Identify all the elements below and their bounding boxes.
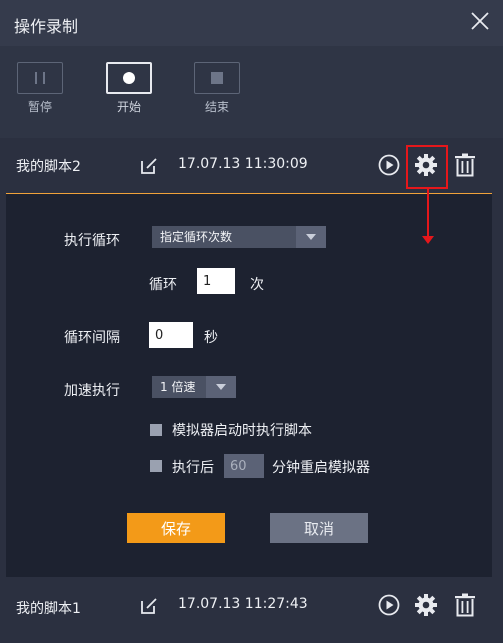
record-icon xyxy=(106,62,152,94)
loop-count-label: 循环 xyxy=(149,277,177,293)
restart-suffix-label: 分钟重启模拟器 xyxy=(272,460,370,476)
pause-label: 暂停 xyxy=(27,100,52,114)
stop-icon xyxy=(194,62,240,94)
speed-value: 1 倍速 xyxy=(160,380,196,394)
window-title: 操作录制 xyxy=(14,17,79,36)
start-label: 开始 xyxy=(116,100,141,114)
autorun-checkbox[interactable] xyxy=(150,424,162,436)
annotation-arrow-head xyxy=(422,236,434,244)
stop-label: 结束 xyxy=(204,100,229,114)
speed-select[interactable]: 1 倍速 xyxy=(152,376,236,398)
interval-label: 循环间隔 xyxy=(64,330,120,346)
restart-checkbox[interactable] xyxy=(150,460,162,472)
play-icon[interactable] xyxy=(378,154,400,176)
script-row[interactable]: 我的脚本1 17.07.13 11:27:43 xyxy=(0,580,503,636)
save-button[interactable]: 保存 xyxy=(127,513,225,543)
script-date: 17.07.13 11:30:09 xyxy=(178,156,308,172)
script-date: 17.07.13 11:27:43 xyxy=(178,596,308,612)
trash-icon[interactable] xyxy=(454,593,476,617)
pause-icon xyxy=(17,62,63,94)
loop-mode-value: 指定循环次数 xyxy=(160,230,233,244)
restart-prefix-label: 执行后 xyxy=(172,460,214,476)
script-name: 我的脚本2 xyxy=(16,159,81,175)
record-toolbar: 暂停 开始 结束 xyxy=(0,46,503,138)
interval-unit: 秒 xyxy=(204,330,218,346)
play-icon[interactable] xyxy=(378,594,400,616)
autorun-label: 模拟器启动时执行脚本 xyxy=(172,423,312,439)
edit-icon[interactable] xyxy=(140,597,158,615)
edit-icon[interactable] xyxy=(140,157,158,175)
chevron-down-icon xyxy=(296,226,326,248)
script-settings-panel: 执行循环 指定循环次数 循环 次 循环间隔 秒 加速执行 1 倍速 模拟器启动时… xyxy=(6,193,492,577)
annotation-arrow-line xyxy=(427,189,429,237)
restart-minutes-input[interactable] xyxy=(224,454,264,478)
chevron-down-icon xyxy=(206,376,236,398)
close-icon[interactable] xyxy=(469,10,491,32)
annotation-highlight-box xyxy=(406,145,448,189)
trash-icon[interactable] xyxy=(454,153,476,177)
start-button[interactable]: 开始 xyxy=(106,62,152,115)
cancel-button[interactable]: 取消 xyxy=(270,513,368,543)
speed-label: 加速执行 xyxy=(64,383,120,399)
loop-count-input[interactable] xyxy=(197,268,235,294)
loop-count-unit: 次 xyxy=(250,277,264,293)
title-bar: 操作录制 xyxy=(0,0,503,46)
script-name: 我的脚本1 xyxy=(16,601,81,617)
pause-button[interactable]: 暂停 xyxy=(17,62,63,115)
loop-label: 执行循环 xyxy=(64,233,120,249)
interval-input[interactable] xyxy=(149,322,193,348)
stop-button[interactable]: 结束 xyxy=(194,62,240,115)
gear-icon[interactable] xyxy=(414,593,438,617)
loop-mode-select[interactable]: 指定循环次数 xyxy=(152,226,326,248)
